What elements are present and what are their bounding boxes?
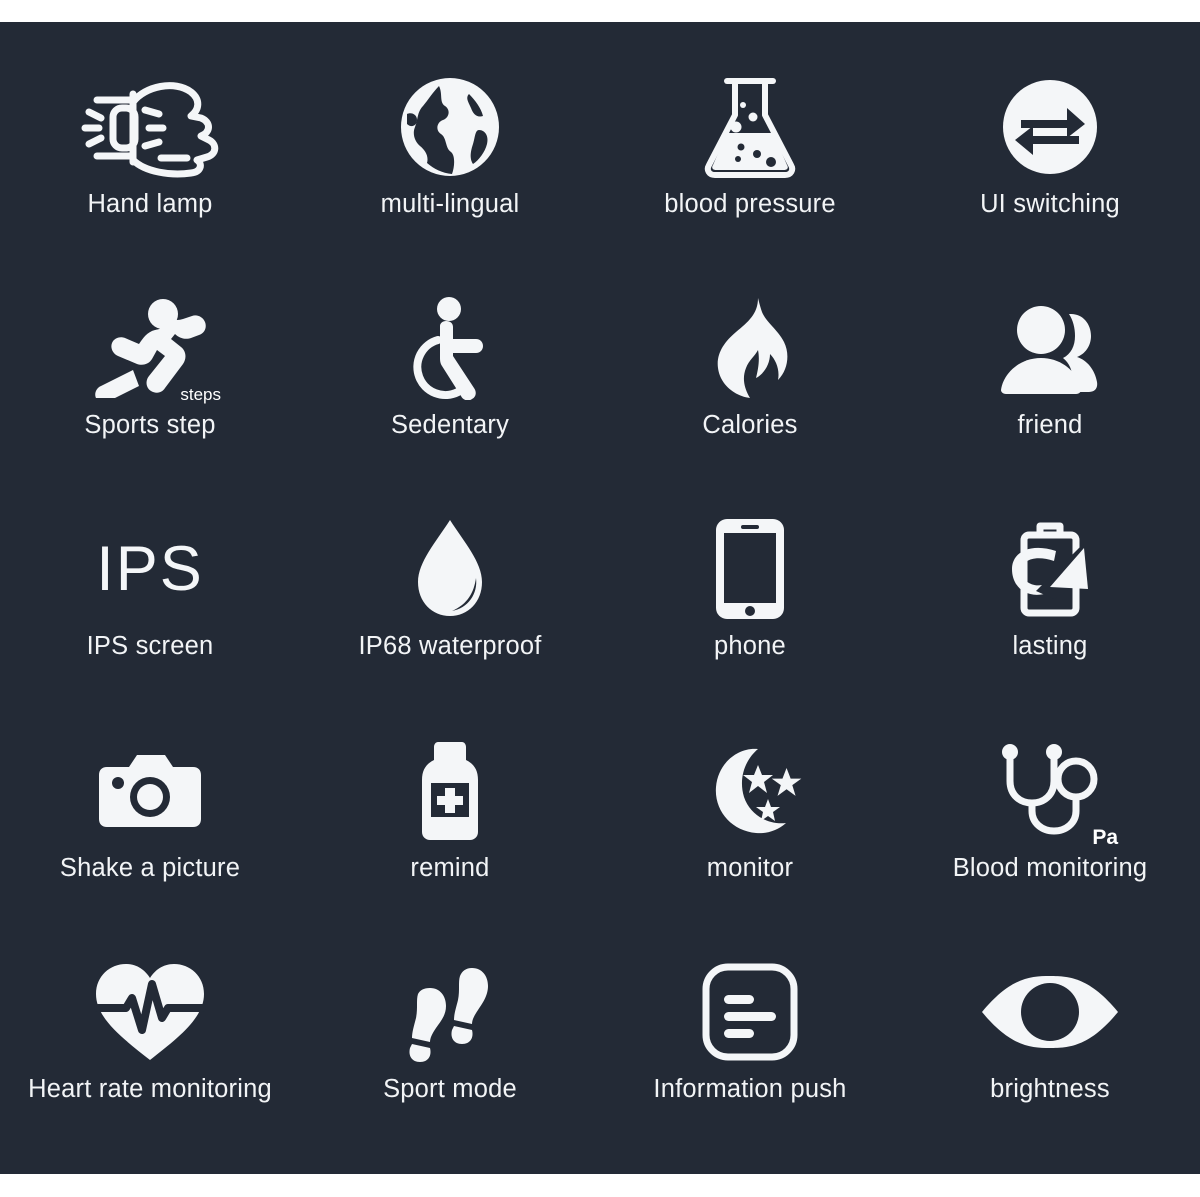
water-drop-icon — [412, 510, 488, 628]
feature-item-remind[interactable]: remind — [300, 732, 600, 953]
feature-grid: Hand lamp multi-lingual blood pressure U… — [0, 22, 1200, 1174]
heart-pulse-icon — [92, 953, 208, 1071]
two-people-icon — [995, 289, 1105, 407]
eye-icon — [980, 953, 1120, 1071]
feature-item-information-push[interactable]: Information push — [600, 953, 900, 1174]
feature-label: Hand lamp — [87, 190, 213, 218]
feature-label: phone — [714, 632, 786, 661]
feature-item-blood-monitoring[interactable]: Pa Blood monitoring — [900, 732, 1200, 953]
message-lines-icon — [702, 953, 798, 1071]
feature-label: UI switching — [980, 190, 1120, 218]
feature-label: Calories — [702, 411, 798, 440]
camera-icon — [97, 732, 203, 850]
feature-label: remind — [410, 853, 490, 882]
stethoscope-icon: Pa — [994, 732, 1118, 850]
feature-item-calories[interactable]: Calories — [600, 289, 900, 510]
feature-label: monitor — [706, 853, 794, 882]
feature-item-sedentary[interactable]: Sedentary — [300, 289, 600, 510]
wheelchair-icon — [402, 289, 498, 407]
globe-icon — [395, 68, 505, 186]
medicine-bottle-icon — [418, 732, 482, 850]
feature-label: friend — [1017, 411, 1083, 440]
feature-label: brightness — [990, 1074, 1110, 1103]
footprints-icon — [406, 953, 494, 1071]
feature-label: IP68 waterproof — [358, 632, 542, 661]
feature-item-lasting[interactable]: lasting — [900, 510, 1200, 731]
feature-item-hand-lamp[interactable]: Hand lamp — [0, 68, 300, 289]
feature-label: Shake a picture — [59, 853, 241, 882]
feature-item-multi-lingual[interactable]: multi-lingual — [300, 68, 600, 289]
feature-item-ips-screen[interactable]: IPS IPS screen — [0, 510, 300, 731]
feature-label: Sports step — [84, 411, 216, 440]
feature-item-sport-mode[interactable]: Sport mode — [300, 953, 600, 1174]
feature-label: IPS screen — [86, 632, 214, 661]
ips-text-icon: IPS — [96, 510, 204, 628]
feature-item-friend[interactable]: friend — [900, 289, 1200, 510]
feature-label: blood pressure — [664, 190, 836, 218]
running-person-icon: steps — [85, 289, 221, 407]
flame-icon — [708, 289, 792, 407]
feature-label: multi-lingual — [380, 190, 520, 218]
smartphone-icon — [714, 510, 786, 628]
feature-label: Heart rate monitoring — [28, 1074, 272, 1103]
feature-label: Sedentary — [390, 411, 510, 440]
feature-item-monitor[interactable]: monitor — [600, 732, 900, 953]
feature-label: Sport mode — [383, 1074, 517, 1103]
dark-panel: Hand lamp multi-lingual blood pressure U… — [0, 22, 1200, 1174]
fist-watch-light-icon — [75, 68, 225, 186]
feature-item-sports-step[interactable]: steps Sports step — [0, 289, 300, 510]
battery-recharge-icon — [998, 510, 1102, 628]
feature-item-ui-switching[interactable]: UI switching — [900, 68, 1200, 289]
feature-item-shake-a-picture[interactable]: Shake a picture — [0, 732, 300, 953]
feature-item-ip68-waterproof[interactable]: IP68 waterproof — [300, 510, 600, 731]
swap-arrows-circle-icon — [999, 68, 1101, 186]
feature-item-phone[interactable]: phone — [600, 510, 900, 731]
feature-label: lasting — [1012, 632, 1088, 661]
steps-badge: steps — [180, 385, 221, 405]
moon-stars-icon — [698, 732, 802, 850]
feature-label: Information push — [653, 1074, 847, 1103]
flask-icon — [695, 68, 805, 186]
feature-item-blood-pressure[interactable]: blood pressure — [600, 68, 900, 289]
ips-glyph: IPS — [96, 533, 204, 604]
feature-item-heart-rate-monitoring[interactable]: Heart rate monitoring — [0, 953, 300, 1174]
pa-badge: Pa — [1092, 825, 1118, 849]
feature-item-brightness[interactable]: brightness — [900, 953, 1200, 1174]
feature-grid-page: Hand lamp multi-lingual blood pressure U… — [0, 0, 1200, 1197]
feature-label: Blood monitoring — [952, 853, 1148, 882]
